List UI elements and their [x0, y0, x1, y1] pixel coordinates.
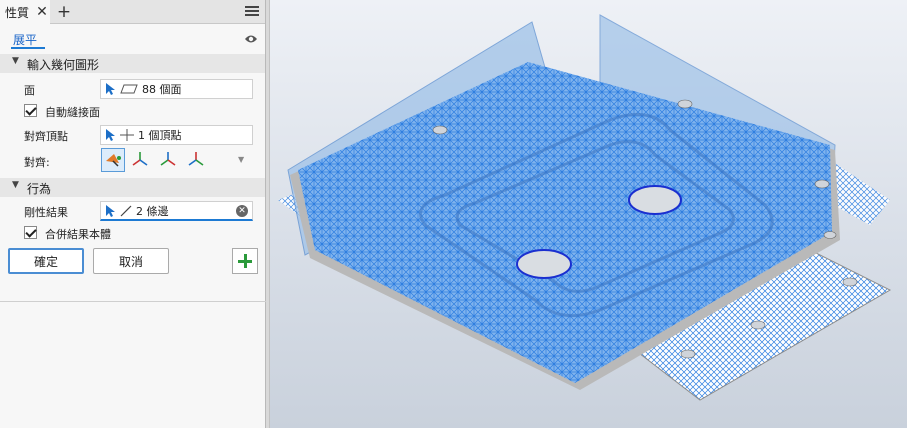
face-icon [120, 84, 138, 94]
feature-title-row: 展平 [0, 24, 265, 54]
tab-bar: 性質 ✕ + [0, 0, 265, 24]
ok-label: 確定 [33, 254, 58, 269]
title-underline [11, 47, 45, 49]
edge-selector[interactable]: 2 條邊 ✕ [100, 201, 253, 221]
eye-icon[interactable] [244, 33, 258, 45]
properties-panel: 性質 ✕ + 展平 ▼ 輸入幾何圖形 面 88 個面 自動縫接面 對齊頂點 1 … [0, 0, 266, 428]
align-x-button[interactable] [129, 148, 153, 172]
cancel-button[interactable]: 取消 [93, 248, 169, 274]
align-vertex-button[interactable] [101, 148, 125, 172]
vertex-value: 1 個頂點 [138, 129, 182, 142]
cursor-icon [106, 204, 115, 217]
chevron-down-icon[interactable]: ▼ [238, 155, 244, 164]
sheet-metal-mesh-model[interactable] [270, 0, 907, 428]
align-vertex-icon [106, 154, 121, 167]
rigid-row: 剛性結果 2 條邊 ✕ [0, 199, 265, 221]
mount-hole [432, 125, 448, 135]
align-y-icon [160, 152, 176, 166]
cancel-label: 取消 [118, 254, 143, 269]
divider [0, 301, 266, 302]
align-label: 對齊: [24, 156, 50, 169]
hole-front[interactable] [516, 249, 572, 279]
merge-checkbox[interactable] [24, 226, 37, 239]
cursor-icon [106, 129, 115, 141]
face-label: 面 [24, 84, 35, 97]
collapse-arrow-icon[interactable]: ▼ [12, 56, 19, 66]
merge-label: 合併結果本體 [45, 228, 111, 241]
section-behavior[interactable]: ▼ 行為 [0, 178, 265, 197]
align-z-button[interactable] [185, 148, 209, 172]
mount-hole [750, 320, 766, 330]
edge-value: 2 條邊 [136, 204, 169, 218]
auto-stitch-row[interactable]: 自動縫接面 [0, 101, 265, 121]
align-x-icon [132, 152, 148, 166]
align-y-button[interactable] [157, 148, 181, 172]
vertex-selector[interactable]: 1 個頂點 [100, 125, 253, 145]
close-icon[interactable]: ✕ [35, 4, 49, 20]
mount-hole [823, 231, 837, 239]
rigid-label: 剛性結果 [24, 206, 68, 219]
mount-hole [842, 277, 858, 287]
clear-icon[interactable]: ✕ [236, 205, 248, 217]
mount-hole [814, 179, 830, 189]
hole-back[interactable] [628, 185, 682, 215]
auto-stitch-checkbox[interactable] [24, 104, 37, 117]
menu-icon[interactable] [244, 4, 260, 20]
cursor-icon [106, 83, 115, 95]
face-value: 88 個面 [142, 83, 182, 96]
button-row: 確定 取消 [0, 248, 265, 274]
align-vertex-row: 對齊頂點 1 個頂點 [0, 123, 265, 145]
face-selector[interactable]: 88 個面 [100, 79, 253, 99]
vertex-icon [120, 129, 134, 141]
align-row: 對齊: ▼ [0, 145, 265, 175]
mount-hole [677, 99, 693, 109]
collapse-arrow-icon[interactable]: ▼ [12, 180, 19, 190]
align-z-icon [188, 152, 204, 166]
section-label: 輸入幾何圖形 [27, 58, 100, 72]
add-icon[interactable]: + [56, 3, 72, 21]
mount-hole [680, 349, 696, 359]
3d-viewport[interactable] [270, 0, 907, 428]
section-input-geometry[interactable]: ▼ 輸入幾何圖形 [0, 54, 265, 73]
merge-row[interactable]: 合併結果本體 [0, 223, 265, 243]
edge-icon [120, 205, 132, 216]
align-vertex-label: 對齊頂點 [24, 130, 68, 143]
face-row: 面 88 個面 [0, 77, 265, 99]
auto-stitch-label: 自動縫接面 [45, 106, 100, 119]
ok-button[interactable]: 確定 [8, 248, 84, 274]
tab-label: 性質 [5, 5, 30, 20]
add-button[interactable] [232, 248, 258, 274]
section-label: 行為 [27, 182, 52, 196]
feature-title[interactable]: 展平 [13, 31, 37, 48]
